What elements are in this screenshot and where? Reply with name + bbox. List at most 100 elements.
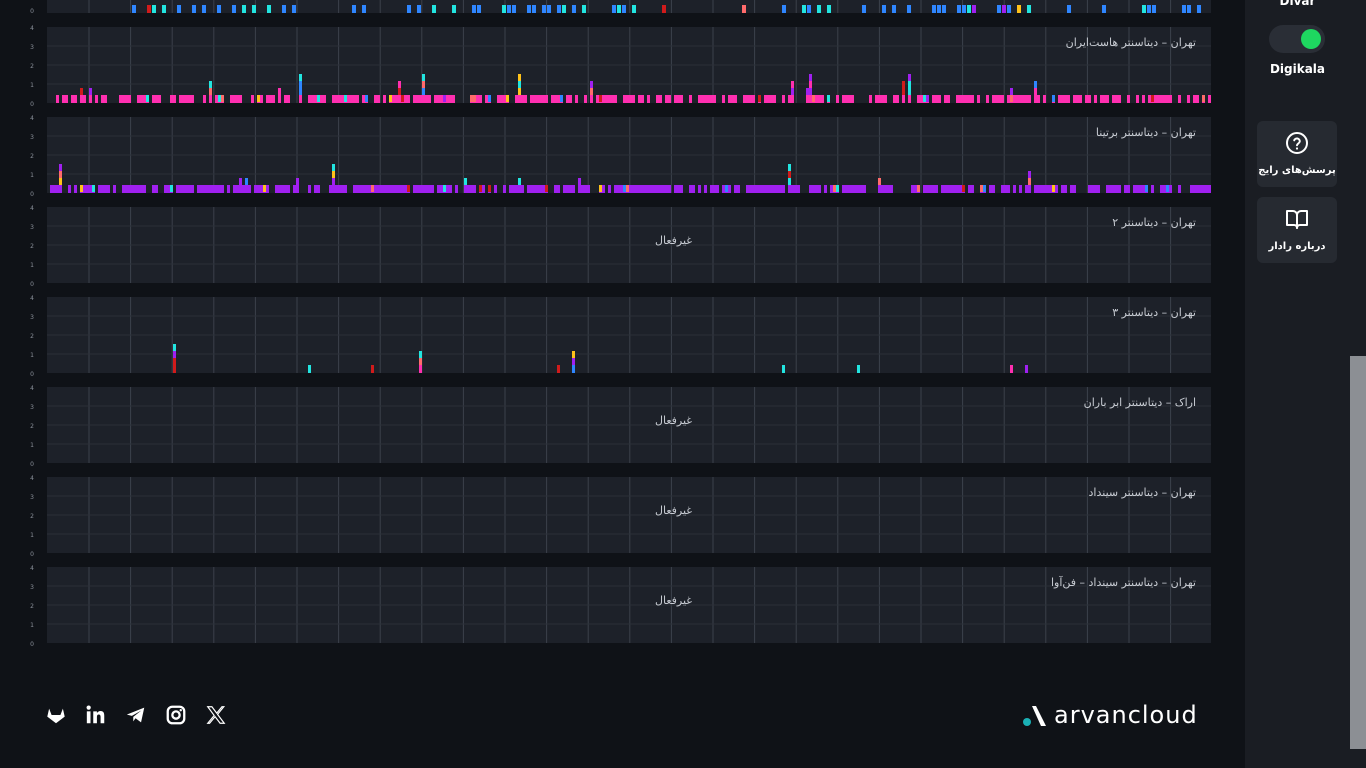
instagram-icon[interactable] bbox=[165, 704, 187, 726]
scrollbar-thumb[interactable] bbox=[1350, 356, 1366, 749]
chart-bar bbox=[374, 185, 377, 193]
chart-bar bbox=[332, 95, 335, 103]
chart-bar bbox=[608, 95, 611, 103]
faq-button[interactable]: پرسش‌های رایج bbox=[1257, 121, 1337, 187]
chart-bar bbox=[1142, 5, 1146, 13]
chart-bar bbox=[587, 185, 590, 193]
chart-bar bbox=[611, 95, 614, 103]
x-icon[interactable] bbox=[205, 704, 227, 726]
chart-bar bbox=[614, 185, 617, 193]
chart-bar bbox=[203, 185, 206, 193]
chart-bar bbox=[817, 5, 821, 13]
chart-bar bbox=[881, 185, 884, 193]
chart-bar bbox=[506, 95, 509, 102]
chart-bar bbox=[71, 95, 74, 103]
chart-bar bbox=[299, 88, 302, 95]
chart-bar bbox=[197, 185, 200, 193]
chart-bar bbox=[1064, 95, 1067, 103]
chart-bar bbox=[419, 95, 422, 103]
chart-bar bbox=[983, 185, 986, 192]
chart-bar bbox=[644, 185, 647, 193]
chart-bar bbox=[572, 185, 575, 193]
chart-bar bbox=[202, 5, 206, 13]
chart-bar bbox=[1139, 185, 1142, 193]
chart-bar bbox=[722, 185, 725, 193]
chart-bar bbox=[986, 95, 989, 103]
chart-bar bbox=[227, 185, 230, 193]
chart-bar bbox=[416, 185, 419, 193]
chart-bar bbox=[92, 185, 95, 192]
y-tick-label: 4 bbox=[30, 475, 34, 482]
chart-bar bbox=[941, 185, 944, 193]
chart-bar bbox=[432, 5, 436, 13]
about-button[interactable]: درباره رادار bbox=[1257, 197, 1337, 263]
panel-sindad-fanava-chart bbox=[47, 567, 1211, 643]
y-tick-label: 2 bbox=[30, 423, 34, 430]
chart-bar bbox=[935, 185, 938, 193]
chart-bar bbox=[893, 95, 896, 103]
chart-bar bbox=[188, 95, 191, 103]
chart-bar bbox=[507, 5, 511, 13]
linkedin-icon[interactable] bbox=[85, 704, 107, 726]
chart-bar bbox=[147, 5, 151, 13]
chart-bar bbox=[185, 95, 188, 103]
chart-bar bbox=[287, 95, 290, 103]
chart-bar bbox=[935, 95, 938, 103]
chart-bar bbox=[332, 178, 335, 185]
inactive-label: غیرفعال bbox=[655, 234, 693, 247]
panel-bertina: تهران – دیتاسنتر برتینا bbox=[47, 117, 1211, 193]
chart-bar bbox=[857, 365, 860, 373]
gitlab-icon[interactable] bbox=[45, 704, 67, 726]
chart-bar bbox=[767, 95, 770, 103]
chart-bar bbox=[968, 95, 971, 103]
chart-bar bbox=[539, 95, 542, 103]
chart-bar bbox=[818, 185, 821, 193]
chart-bar bbox=[278, 88, 281, 95]
chart-bar bbox=[926, 95, 929, 102]
chart-bar bbox=[89, 88, 92, 95]
chart-bar bbox=[599, 95, 602, 102]
service-toggle[interactable] bbox=[1269, 25, 1325, 53]
chart-bar bbox=[746, 185, 749, 193]
chart-bar bbox=[1197, 5, 1201, 13]
chart-bar bbox=[221, 185, 224, 193]
chart-bar bbox=[341, 185, 344, 193]
chart-bar bbox=[50, 185, 53, 193]
chart-bar bbox=[353, 95, 356, 103]
chart-bar bbox=[953, 185, 956, 193]
chart-bar bbox=[575, 95, 578, 103]
chart-bar bbox=[530, 185, 533, 193]
y-tick-label: 1 bbox=[30, 352, 34, 359]
chart-bar bbox=[1007, 95, 1010, 103]
chart-bar bbox=[1100, 95, 1103, 103]
chart-bar bbox=[1147, 5, 1151, 13]
chart-bar bbox=[923, 185, 926, 193]
chart-bar bbox=[278, 95, 281, 103]
chart-bar bbox=[788, 171, 791, 178]
chart-bar bbox=[275, 185, 278, 193]
chart-bar bbox=[1127, 185, 1130, 193]
arvancloud-logo[interactable]: arvancloud bbox=[1022, 700, 1212, 732]
chart-bar bbox=[242, 185, 245, 193]
chart-bar bbox=[143, 95, 146, 103]
chart-bar bbox=[352, 5, 356, 13]
chart-bar bbox=[518, 81, 521, 88]
chart-bar bbox=[167, 185, 170, 193]
chart-bar bbox=[923, 95, 926, 102]
chart-bar bbox=[689, 185, 692, 193]
chart-bar bbox=[608, 185, 611, 193]
chart-bar bbox=[203, 95, 206, 103]
chart-bar bbox=[1157, 95, 1160, 103]
chart-bar bbox=[773, 95, 776, 103]
chart-bar bbox=[200, 185, 203, 193]
chart-bar bbox=[632, 5, 636, 13]
telegram-icon[interactable] bbox=[125, 704, 147, 726]
chart-bar bbox=[1055, 185, 1058, 193]
chart-bar bbox=[437, 95, 440, 103]
chart-bar bbox=[1166, 185, 1169, 192]
chart-bar bbox=[1070, 185, 1073, 193]
chart-bar bbox=[1094, 95, 1097, 103]
chart-bar bbox=[1027, 5, 1031, 13]
chart-bar bbox=[992, 185, 995, 193]
chart-bar bbox=[680, 185, 683, 193]
